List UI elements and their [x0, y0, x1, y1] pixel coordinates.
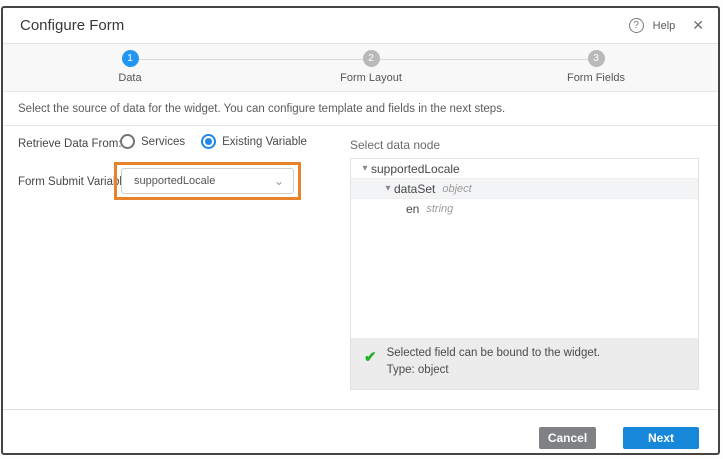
form-submit-variable-select[interactable]: supportedLocale ⌄: [121, 168, 294, 194]
caret-down-icon[interactable]: ▾: [382, 183, 394, 194]
cancel-button[interactable]: Cancel: [539, 427, 596, 449]
binding-status-text: Selected field can be bound to the widge…: [387, 345, 601, 389]
configure-form-dialog: Configure Form ? Help ✕ 1 Data 2 Form La…: [1, 6, 720, 455]
step-data[interactable]: 1 Data: [70, 50, 190, 84]
step-3-label: Form Fields: [536, 72, 656, 84]
retrieve-data-label: Retrieve Data From:: [18, 138, 122, 150]
binding-status-panel: ✔ Selected field can be bound to the wid…: [351, 338, 698, 389]
screen: Configure Form ? Help ✕ 1 Data 2 Form La…: [0, 0, 723, 459]
step-1-badge: 1: [122, 50, 139, 67]
step-2-badge: 2: [363, 50, 380, 67]
dialog-header: Configure Form ? Help ✕: [3, 8, 718, 44]
radio-services[interactable]: [120, 134, 135, 149]
data-node-tree: ▾ supportedLocale ▾ dataSet object en st…: [350, 158, 699, 390]
radio-existing-variable[interactable]: [201, 134, 216, 149]
close-icon[interactable]: ✕: [692, 17, 704, 34]
tree-node-type: object: [442, 183, 471, 195]
wizard-stepper: 1 Data 2 Form Layout 3 Form Fields: [3, 44, 718, 92]
dialog-footer: Cancel Next: [3, 409, 718, 453]
step-form-layout[interactable]: 2 Form Layout: [311, 50, 431, 84]
caret-down-icon[interactable]: ▾: [359, 163, 371, 174]
help-link[interactable]: Help: [653, 20, 676, 32]
dialog-body: Retrieve Data From: Services Existing Va…: [3, 126, 718, 409]
tree-node-label: supportedLocale: [371, 162, 460, 176]
step-2-label: Form Layout: [311, 72, 431, 84]
step-form-fields[interactable]: 3 Form Fields: [536, 50, 656, 84]
header-actions: ? Help ✕: [629, 17, 704, 34]
binding-status-line1: Selected field can be bound to the widge…: [387, 345, 601, 362]
tree-node-label: en: [406, 202, 419, 216]
tree-row-dataset[interactable]: ▾ dataSet object: [351, 179, 698, 199]
instruction-bar: Select the source of data for the widget…: [3, 92, 718, 126]
tree-row-supportedlocale[interactable]: ▾ supportedLocale: [351, 159, 698, 179]
radio-services-label[interactable]: Services: [141, 136, 185, 148]
retrieve-data-radio-group: Services Existing Variable: [120, 134, 317, 149]
radio-existing-variable-label[interactable]: Existing Variable: [222, 136, 307, 148]
tree-row-en[interactable]: en string: [351, 199, 698, 219]
help-icon[interactable]: ?: [629, 18, 644, 33]
annotation-highlight-box: supportedLocale ⌄: [114, 162, 301, 200]
tree-node-label: dataSet: [394, 182, 435, 196]
data-node-pane: Select data node ▾ supportedLocale ▾ dat…: [350, 138, 699, 152]
binding-status-line2: Type: object: [387, 362, 601, 379]
step-1-label: Data: [70, 72, 190, 84]
next-button[interactable]: Next: [623, 427, 699, 449]
select-data-node-title: Select data node: [350, 138, 699, 152]
step-3-badge: 3: [588, 50, 605, 67]
chevron-down-icon: ⌄: [274, 175, 284, 187]
instruction-text: Select the source of data for the widget…: [18, 103, 505, 115]
dialog-title: Configure Form: [20, 17, 124, 34]
tree-node-type: string: [426, 203, 453, 215]
check-icon: ✔: [364, 348, 377, 389]
selected-variable-value: supportedLocale: [134, 175, 215, 187]
